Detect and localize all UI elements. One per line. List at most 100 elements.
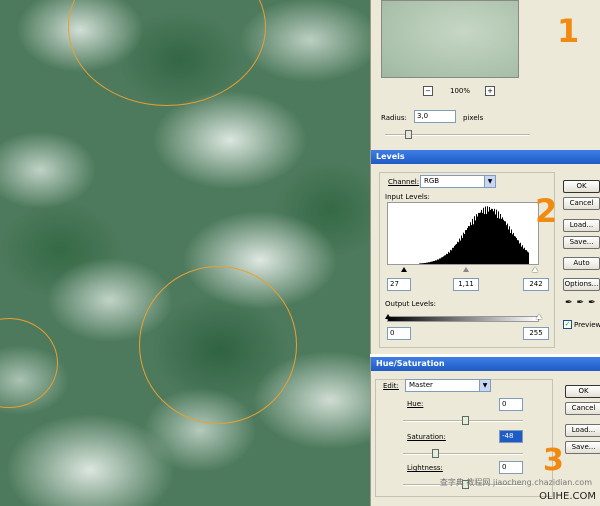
histogram-bar: [521, 246, 522, 264]
highlight-circle: [68, 0, 266, 106]
histogram-bar: [431, 261, 432, 264]
hue-slider-thumb[interactable]: [462, 416, 469, 425]
huesat-load-button[interactable]: Load...: [565, 424, 600, 437]
saturation-label: Saturation:: [407, 433, 446, 441]
edit-label: Edit:: [383, 382, 399, 390]
histogram-bar: [465, 230, 466, 264]
histogram-bar: [420, 263, 421, 264]
histogram-bar: [454, 245, 455, 264]
white-eyedropper-icon[interactable]: ✒: [588, 298, 600, 308]
step-number-1: 1: [557, 12, 580, 50]
levels-dialog: Levels Channel: RGB ▼ Input Levels: 27 1…: [370, 150, 600, 354]
blur-preview: [381, 0, 519, 78]
histogram-bar: [499, 218, 500, 264]
radius-slider-thumb[interactable]: [405, 130, 412, 139]
gaussian-blur-dialog: − 100% + Radius: 3,0 pixels 1: [370, 0, 600, 150]
hue-field[interactable]: 0: [499, 398, 523, 411]
histogram-bar: [475, 220, 476, 264]
histogram-bar: [474, 216, 475, 264]
histogram-bar: [503, 219, 504, 264]
histogram-bar: [469, 226, 470, 264]
levels-title: Levels: [371, 150, 600, 164]
saturation-slider-track[interactable]: [403, 453, 523, 455]
channel-select[interactable]: RGB ▼: [420, 175, 496, 188]
histogram-bar: [482, 212, 483, 264]
histogram-bar: [432, 261, 433, 264]
histogram-bar: [528, 252, 529, 264]
histogram-bar: [445, 255, 446, 264]
step-number-3: 3: [543, 443, 564, 478]
zoom-in-button[interactable]: +: [485, 86, 495, 96]
histogram-bar: [455, 244, 456, 264]
histogram-bar: [462, 237, 463, 264]
saturation-field[interactable]: -48: [499, 430, 523, 443]
histogram-bar: [506, 225, 507, 264]
levels-ok-button[interactable]: OK: [563, 180, 600, 193]
histogram-bar: [453, 247, 454, 264]
saturation-slider-thumb[interactable]: [432, 449, 439, 458]
edit-select[interactable]: Master ▼: [405, 379, 491, 392]
histogram-bar: [451, 250, 452, 264]
levels-histogram: [387, 202, 539, 265]
levels-cancel-button[interactable]: Cancel: [563, 197, 600, 210]
huesat-cancel-button[interactable]: Cancel: [565, 402, 600, 415]
output-white-slider[interactable]: [536, 314, 542, 319]
gray-eyedropper-icon[interactable]: ✒: [577, 298, 589, 308]
histogram-bar: [480, 212, 481, 264]
histogram-bar: [438, 259, 439, 264]
preview-checkbox[interactable]: ✓: [563, 320, 572, 329]
histogram-bar: [490, 209, 491, 264]
levels-options-button[interactable]: Options...: [563, 278, 600, 291]
histogram-bar: [444, 255, 445, 264]
histogram-bar: [519, 243, 520, 264]
histogram-bar: [434, 260, 435, 264]
histogram-bar: [501, 218, 502, 264]
input-gamma-field[interactable]: 1,11: [453, 278, 479, 291]
histogram-bar: [427, 262, 428, 264]
levels-auto-button[interactable]: Auto: [563, 257, 600, 270]
histogram-bar: [425, 262, 426, 264]
histogram-bar: [513, 232, 514, 264]
histogram-bar: [422, 263, 423, 264]
black-eyedropper-icon[interactable]: ✒: [565, 298, 577, 308]
histogram-bar: [440, 258, 441, 264]
input-black-slider[interactable]: [401, 267, 407, 272]
histogram-bar: [489, 207, 490, 264]
levels-load-button[interactable]: Load...: [563, 219, 600, 232]
histogram-bar: [486, 214, 487, 264]
lightness-field[interactable]: 0: [499, 461, 523, 474]
histogram-bar: [442, 257, 443, 264]
histogram-bar: [423, 263, 424, 264]
radius-label: Radius:: [381, 114, 407, 122]
histogram-bar: [464, 234, 465, 264]
output-black-slider[interactable]: [385, 314, 391, 319]
lightness-label: Lightness:: [407, 464, 443, 472]
chevron-down-icon: ▼: [479, 380, 490, 391]
hue-label: Hue:: [407, 400, 424, 408]
input-white-slider[interactable]: [532, 267, 538, 272]
huesat-save-button[interactable]: Save...: [565, 441, 600, 454]
radius-input[interactable]: 3,0: [414, 110, 456, 123]
input-white-field[interactable]: 242: [523, 278, 549, 291]
histogram-bar: [472, 218, 473, 264]
output-black-field[interactable]: 0: [387, 327, 411, 340]
input-black-field[interactable]: 27: [387, 278, 411, 291]
histogram-bar: [479, 212, 480, 264]
histogram-bar: [514, 236, 515, 264]
input-gamma-slider[interactable]: [463, 267, 469, 272]
histogram-bar: [457, 241, 458, 264]
huesat-ok-button[interactable]: OK: [565, 385, 600, 398]
histogram-bar: [459, 238, 460, 264]
watermark-sub-text: jiaocheng.chazidian.com: [492, 478, 592, 487]
histogram-bar: [437, 259, 438, 264]
output-white-field[interactable]: 255: [523, 327, 549, 340]
histogram-bar: [468, 225, 469, 264]
levels-save-button[interactable]: Save...: [563, 236, 600, 249]
histogram-bar: [452, 247, 453, 264]
histogram-bar: [496, 209, 497, 264]
histogram-bar: [517, 240, 518, 264]
histogram-bar: [424, 262, 425, 264]
histogram-bar: [495, 214, 496, 264]
zoom-out-button[interactable]: −: [423, 86, 433, 96]
input-levels-label: Input Levels:: [385, 193, 430, 201]
